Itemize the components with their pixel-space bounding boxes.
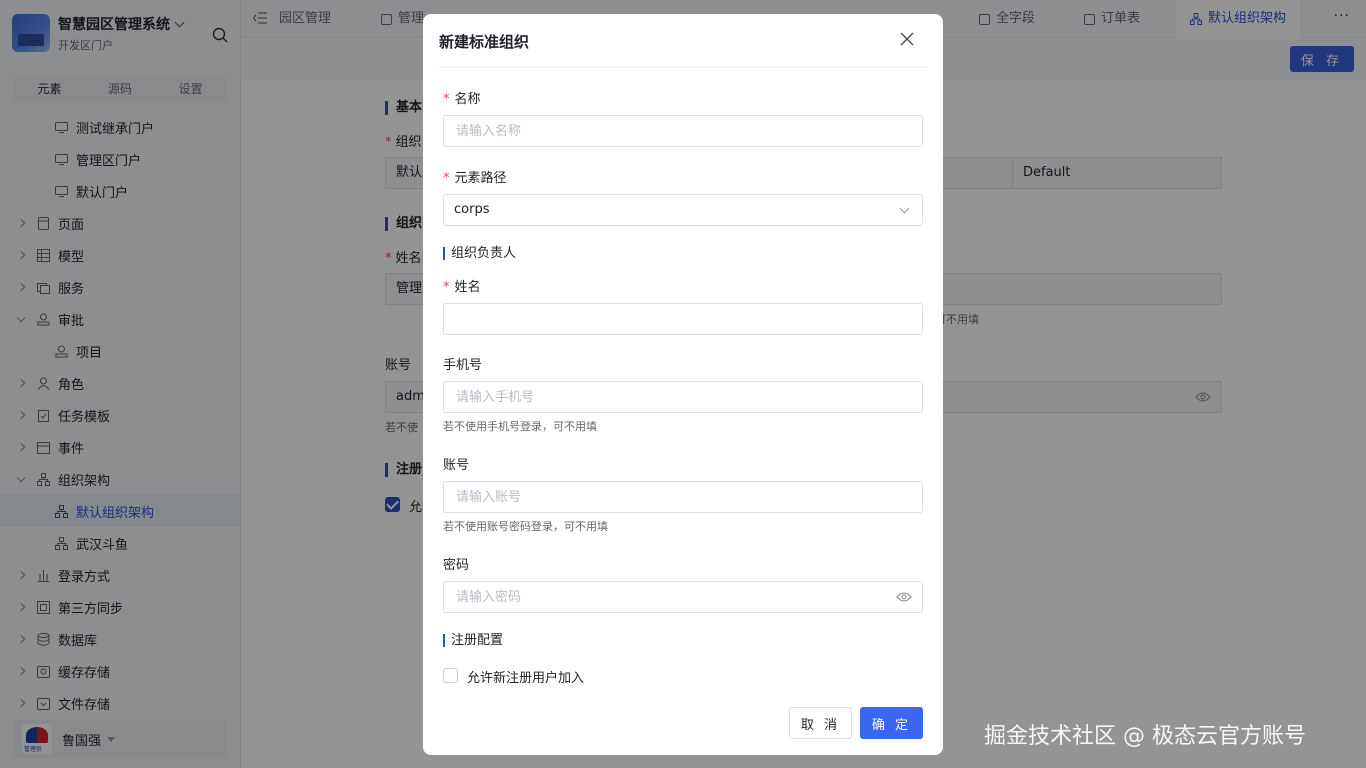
account-hint: 若不使用账号密码登录，可不用填 [443, 520, 608, 533]
account-label: 账号 [443, 458, 470, 473]
password-label: 密码 [443, 558, 470, 573]
name-code-input[interactable] [802, 115, 923, 147]
person-name-input[interactable] [443, 303, 923, 335]
cancel-button[interactable]: 取 消 [789, 707, 852, 739]
person-name-label: * 姓名 [443, 280, 481, 295]
allow-register-checkbox[interactable] [443, 668, 458, 683]
phone-hint: 若不使用手机号登录，可不用填 [443, 420, 597, 433]
dialog-title: 新建标准组织 [439, 33, 530, 51]
element-path-select[interactable]: corps [443, 194, 923, 226]
name-input[interactable] [443, 115, 803, 147]
confirm-button[interactable]: 确 定 [860, 707, 923, 739]
watermark-text: 掘金技术社区 @ 极态云官方账号 [984, 724, 1306, 749]
phone-input[interactable] [443, 381, 923, 413]
phone-label: 手机号 [443, 358, 483, 373]
eye-icon[interactable] [896, 591, 912, 603]
account-input[interactable] [443, 481, 923, 513]
name-label: * 名称 [443, 92, 481, 107]
chevron-down-icon [899, 203, 910, 214]
password-input[interactable] [443, 581, 923, 613]
new-org-dialog: 新建标准组织 *名称 *元素路径 corps 组织负责人 *姓名 手机号 若不使… [423, 14, 943, 755]
dialog-divider [439, 67, 927, 68]
register-section-title: 注册配置 [443, 634, 503, 647]
path-label: * 元素路径 [443, 171, 507, 186]
owner-section-title: 组织负责人 [443, 247, 516, 260]
close-icon[interactable] [897, 29, 917, 49]
allow-register-label[interactable]: 允许新注册用户加入 [467, 667, 584, 686]
